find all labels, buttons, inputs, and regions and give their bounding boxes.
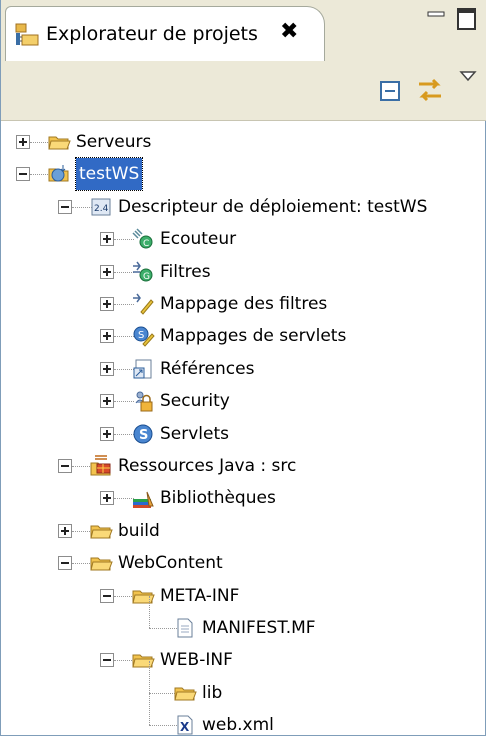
svg-text:C: C <box>143 239 149 249</box>
tree-item-label: Filtres <box>160 261 211 282</box>
collapse-icon[interactable] <box>100 653 114 668</box>
tree-item-label: Servlets <box>160 423 230 444</box>
libraries-icon <box>133 492 154 509</box>
tree-item-label: META-INF <box>160 585 240 606</box>
tree-item-serveurs[interactable]: Serveurs <box>1 126 486 158</box>
collapse-icon[interactable] <box>58 459 72 473</box>
xml-file-icon: X <box>177 715 193 735</box>
tree-item-label: Mappages de servlets <box>160 326 347 347</box>
tree-item-build[interactable]: build <box>1 515 486 547</box>
project-explorer-view: Explorateur de projets ✖ Serveurs testWS 2… <box>0 0 486 736</box>
security-icon <box>135 391 153 412</box>
folder-icon <box>174 687 197 701</box>
deployment-descriptor-icon: 2.4 <box>91 198 111 216</box>
tree-item-label: Ressources Java : src <box>118 456 297 476</box>
tab-project-explorer[interactable]: Explorateur de projets ✖ <box>5 6 325 61</box>
tree-item-label: Security <box>160 391 230 412</box>
maximize-icon[interactable] <box>455 6 479 37</box>
filter-mapping-icon <box>133 293 154 315</box>
expand-icon[interactable] <box>100 361 114 376</box>
tree-item-ressources-java-src[interactable]: Ressources Java : src <box>1 450 486 482</box>
view-title-bar: Explorateur de projets ✖ <box>1 0 486 62</box>
tree-item-ecouteur[interactable]: C Ecouteur <box>1 223 486 255</box>
collapse-icon[interactable] <box>100 588 114 603</box>
folder-icon <box>48 136 71 150</box>
tab-title: Explorateur de projets <box>46 23 258 45</box>
tree-item-lib[interactable]: lib <box>1 660 486 709</box>
tree-item-label: build <box>118 520 160 541</box>
tree-item-label: Serveurs <box>76 132 152 152</box>
servlet-icon: S <box>133 424 153 444</box>
minimize-icon[interactable] <box>425 6 447 33</box>
tree-item-label: Descripteur de déploiement: testWS <box>118 196 428 217</box>
expand-icon[interactable] <box>100 426 114 441</box>
expand-icon[interactable] <box>100 297 114 311</box>
collapse-icon[interactable] <box>58 199 72 214</box>
collapse-all-icon[interactable] <box>373 74 407 106</box>
java-resources-icon <box>90 455 111 476</box>
tree-item-label: WebContent <box>118 553 223 574</box>
expand-icon[interactable] <box>16 135 30 149</box>
expand-icon[interactable] <box>100 232 114 247</box>
tree-item-testws[interactable]: testWS <box>1 157 486 192</box>
folder-icon <box>90 525 113 539</box>
tree-item-manifest-mf[interactable]: MANIFEST.MF <box>1 596 486 644</box>
folder-icon <box>132 590 155 604</box>
tree-item-label: testWS <box>74 157 144 192</box>
tree-item-label: web.xml <box>202 715 274 736</box>
listener-icon: C <box>132 228 153 249</box>
tree-item-mappage-des-filtres[interactable]: Mappage des filtres <box>1 288 486 320</box>
tree-item-label: Références <box>160 358 255 379</box>
svg-text:X: X <box>180 720 190 734</box>
expand-icon[interactable] <box>100 264 114 279</box>
tree-item-security[interactable]: Security <box>1 385 486 417</box>
tree-item-webcontent[interactable]: WebContent <box>1 547 486 579</box>
folder-icon <box>132 654 155 668</box>
filter-icon: G <box>133 261 153 282</box>
project-tree: Serveurs testWS 2.4 Descripteur de déploiem… <box>1 120 486 735</box>
web-project-icon <box>48 165 69 182</box>
tree-item-web-xml[interactable]: Xweb.xml <box>1 693 486 741</box>
svg-text:2.4: 2.4 <box>94 204 109 214</box>
tree-item-filtres[interactable]: G Filtres <box>1 256 486 288</box>
view-toolbar <box>1 62 486 121</box>
collapse-icon[interactable] <box>16 167 30 182</box>
tree-connector <box>149 596 150 628</box>
tree-item-meta-inf[interactable]: META-INF <box>1 580 486 612</box>
expand-icon[interactable] <box>58 523 72 538</box>
tree-item-bibliotheques[interactable]: Bibliothèques <box>1 482 486 514</box>
servlet-mapping-icon: S <box>133 326 155 348</box>
tree-item-servlets[interactable]: S Servlets <box>1 418 486 450</box>
tree-item-descripteur-de-deploiement-testws[interactable]: 2.4 Descripteur de déploiement: testWS <box>1 191 486 223</box>
svg-text:G: G <box>143 272 150 282</box>
tree-item-label: MANIFEST.MF <box>202 618 316 638</box>
tree-item-references[interactable]: Références <box>1 353 486 385</box>
tree-item-label: Ecouteur <box>160 229 237 250</box>
tree-item-mappages-de-servlets[interactable]: S Mappages de servlets <box>1 320 486 352</box>
file-icon <box>177 618 193 638</box>
tree-item-label: Mappage des filtres <box>160 294 328 314</box>
tree-connector <box>149 660 150 693</box>
tree-item-label: Bibliothèques <box>160 488 276 509</box>
tree-item-label: WEB-INF <box>160 650 233 671</box>
svg-text:S: S <box>139 428 148 443</box>
tree-item-web-inf[interactable]: WEB-INF <box>1 644 486 676</box>
tree-item-label: lib <box>202 682 223 703</box>
link-with-editor-icon[interactable] <box>413 74 447 106</box>
folder-icon <box>90 557 113 571</box>
expand-icon[interactable] <box>100 491 114 506</box>
view-menu-icon[interactable] <box>451 66 485 98</box>
expand-icon[interactable] <box>100 329 114 344</box>
reference-icon <box>133 359 152 379</box>
tree-connector <box>149 693 150 726</box>
close-icon[interactable]: ✖ <box>280 19 298 44</box>
project-explorer-icon <box>15 23 39 46</box>
expand-icon[interactable] <box>100 394 114 409</box>
collapse-icon[interactable] <box>58 556 72 571</box>
svg-text:S: S <box>138 330 144 341</box>
